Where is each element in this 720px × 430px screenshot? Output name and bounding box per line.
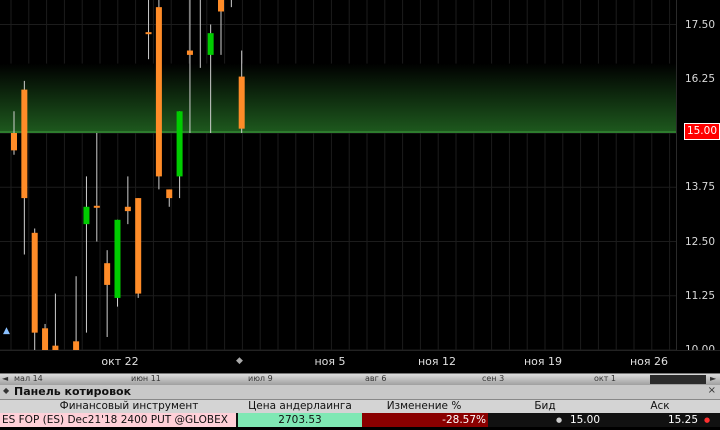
- overview-tick-label: июл 9: [248, 374, 273, 383]
- ask-cell[interactable]: 15.25: [605, 413, 700, 427]
- candle-body: [31, 232, 38, 333]
- panel-title: Панель котировок: [14, 385, 132, 398]
- price-tick-label: 17.50: [684, 18, 715, 31]
- column-header-bid[interactable]: Бид: [490, 400, 600, 412]
- bid-ask-zone: [0, 63, 676, 134]
- panel-title-bar[interactable]: ◆ Панель котировок ×: [0, 385, 720, 400]
- price-tick-label: 13.75: [684, 181, 715, 194]
- close-icon[interactable]: ×: [708, 385, 716, 396]
- overview-tick-label: авг 6: [365, 374, 387, 383]
- underlying-price-cell[interactable]: 2703.53: [238, 413, 362, 427]
- column-header-underlying[interactable]: Цена андерлаинга: [238, 400, 362, 412]
- collapse-icon[interactable]: ◆: [3, 386, 9, 395]
- bid-cell[interactable]: 15.00: [490, 413, 602, 427]
- price-tick-label: 16.25: [684, 72, 715, 85]
- quote-row[interactable]: ES FOP (ES) Dec21'18 2400 PUT @GLOBEX 27…: [0, 413, 720, 427]
- time-axis[interactable]: ◆ окт 22 ноя 5 ноя 12 ноя 19 ноя 26: [0, 350, 720, 374]
- time-tick-label: ноя 5: [314, 355, 346, 368]
- candle-body: [218, 0, 224, 12]
- axis-marker-icon: ◆: [236, 356, 243, 366]
- overview-tick-label: мал 14: [14, 374, 43, 383]
- candlestick-chart[interactable]: CXLSELL LMT 19.00▲: [0, 0, 676, 429]
- change-percent-cell[interactable]: -28.57%: [362, 413, 488, 427]
- overview-tick-label: июн 11: [131, 374, 161, 383]
- candle-body: [166, 189, 173, 199]
- candle-tick: [93, 205, 100, 208]
- time-tick-label: окт 22: [101, 355, 139, 368]
- overview-tick-label: окт 1: [594, 374, 617, 383]
- cursor-marker-icon: ▲: [3, 326, 10, 336]
- candle-body: [11, 133, 17, 151]
- column-header-change[interactable]: Изменение %: [362, 400, 486, 412]
- column-header-instrument[interactable]: Финансовый инструмент: [34, 400, 224, 412]
- price-chart[interactable]: CXLSELL LMT 19.00▲: [0, 0, 676, 429]
- candle-tick: [145, 32, 152, 35]
- quote-panel: ◆ Панель котировок × Финансовый инструме…: [0, 385, 720, 430]
- candle-body: [176, 111, 183, 177]
- current-price-label: 15.00: [683, 123, 720, 140]
- candle-body: [135, 198, 142, 294]
- column-header-ask[interactable]: Аск: [605, 400, 715, 412]
- candle-body: [238, 76, 245, 129]
- candle-body: [83, 206, 90, 225]
- ask-dot-icon: ●: [704, 416, 711, 424]
- candle-body: [114, 219, 121, 298]
- instrument-cell[interactable]: ES FOP (ES) Dec21'18 2400 PUT @GLOBEX: [0, 413, 236, 427]
- overview-tick-label: сен 3: [482, 374, 505, 383]
- candle-body: [73, 341, 80, 364]
- quote-header-row: Финансовый инструмент Цена андерлаинга И…: [0, 400, 720, 413]
- price-tick-label: 11.25: [684, 289, 715, 302]
- candle-body: [42, 328, 49, 403]
- candle-body: [207, 33, 214, 55]
- candle-body: [104, 263, 111, 285]
- price-axis[interactable]: 18.7517.5016.2513.7512.5011.2510.008.75 …: [676, 0, 720, 410]
- time-tick-label: ноя 12: [417, 355, 457, 368]
- candle-body: [124, 206, 131, 212]
- candle-body: [155, 7, 162, 177]
- time-tick-label: ноя 26: [629, 355, 669, 368]
- scroll-left-icon[interactable]: ◄: [2, 374, 8, 383]
- candle-body: [186, 50, 193, 55]
- scroll-right-icon[interactable]: ►: [710, 374, 716, 383]
- candle-body: [21, 89, 28, 199]
- time-tick-label: ноя 19: [523, 355, 563, 368]
- overview-thumb[interactable]: [650, 375, 706, 384]
- price-tick-label: 12.50: [684, 235, 715, 248]
